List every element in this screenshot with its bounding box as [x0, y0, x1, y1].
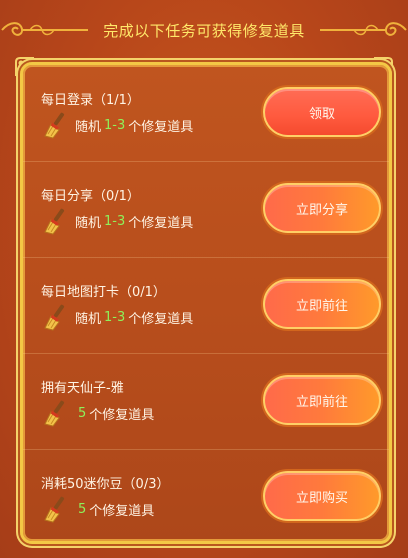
reward-amount: 1-3 — [104, 117, 126, 133]
reward-prefix: 随机 — [75, 215, 102, 231]
task-row: 每日登录（1/1） 随机 1-3 个修复道具 领取 — [23, 65, 389, 161]
reward-amount: 1-3 — [104, 213, 126, 229]
broom-icon — [44, 112, 65, 139]
header: 完成以下任务可获得修复道具 — [0, 0, 408, 60]
header-title: 完成以下任务可获得修复道具 — [103, 21, 305, 40]
reward-suffix: 个修复道具 — [128, 311, 194, 327]
broom-icon — [44, 496, 65, 523]
broom-icon — [44, 208, 65, 235]
scroll-ornament-icon — [1, 22, 88, 36]
task-reward: 随机 1-3 个修复道具 — [41, 205, 193, 237]
broom-icon — [44, 400, 65, 427]
task-title: 消耗50迷你豆（0/3） — [41, 477, 170, 492]
task-row: 每日分享（0/1） 随机 1-3 个修复道具 立即分享 — [23, 161, 389, 257]
task-title: 每日地图打卡（0/1） — [41, 285, 166, 300]
reward-prefix: 随机 — [75, 311, 102, 327]
reward-amount: 5 — [78, 405, 87, 421]
task-row: 消耗50迷你豆（0/3） 5 个修复道具 立即购买 — [23, 449, 389, 541]
reward-amount: 1-3 — [104, 309, 126, 325]
broom-icon — [44, 304, 65, 331]
task-title: 每日分享（0/1） — [41, 189, 140, 204]
share-button[interactable]: 立即分享 — [263, 183, 381, 233]
claim-button[interactable]: 领取 — [263, 87, 381, 137]
task-reward: 5 个修复道具 — [41, 397, 154, 429]
buy-button[interactable]: 立即购买 — [263, 471, 381, 521]
reward-suffix: 个修复道具 — [128, 215, 194, 231]
task-panel: 每日登录（1/1） 随机 1-3 个修复道具 领取 每日分享（0/1） 随机 1… — [20, 62, 392, 544]
reward-suffix: 个修复道具 — [89, 503, 155, 519]
reward-suffix: 个修复道具 — [128, 119, 194, 135]
go-button[interactable]: 立即前往 — [263, 375, 381, 425]
reward-amount: 5 — [78, 501, 87, 517]
task-row: 拥有天仙子-雅 5 个修复道具 立即前往 — [23, 353, 389, 449]
reward-prefix: 随机 — [75, 119, 102, 135]
scroll-ornament-icon — [320, 22, 407, 36]
task-reward: 随机 1-3 个修复道具 — [41, 301, 193, 333]
task-row: 每日地图打卡（0/1） 随机 1-3 个修复道具 立即前往 — [23, 257, 389, 353]
task-title: 拥有天仙子-雅 — [41, 381, 124, 396]
task-reward: 随机 1-3 个修复道具 — [41, 109, 193, 141]
go-button[interactable]: 立即前往 — [263, 279, 381, 329]
task-title: 每日登录（1/1） — [41, 93, 140, 108]
reward-suffix: 个修复道具 — [89, 407, 155, 423]
task-reward: 5 个修复道具 — [41, 493, 154, 525]
